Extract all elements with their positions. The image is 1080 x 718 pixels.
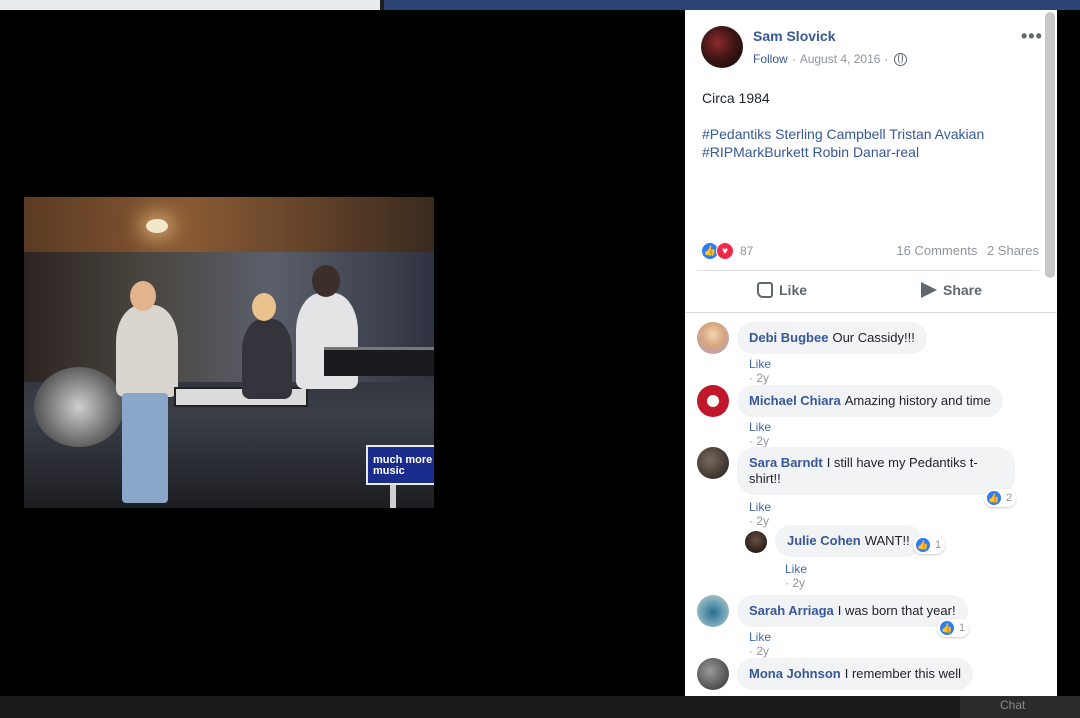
comment-reactions[interactable]: 👍 2 [984, 489, 1017, 507]
photo-drums [34, 367, 124, 447]
like-button[interactable]: Like [757, 282, 807, 298]
meta-separator: · [791, 52, 796, 66]
photo-guitarist-head [252, 293, 276, 321]
author-name[interactable]: Sam Slovick [753, 28, 836, 44]
comment-like-link[interactable]: Like [785, 562, 807, 576]
comment-reaction-count: 1 [959, 622, 966, 634]
tv-channel-logo-text: much more music [373, 454, 433, 477]
comment-age[interactable]: 2y [792, 576, 805, 590]
share-arrow-icon [921, 282, 937, 298]
comment-reaction-count: 2 [1006, 492, 1013, 504]
photo-singer-head [130, 281, 156, 311]
post-meta: Follow · August 4, 2016 · [753, 52, 908, 66]
globe-icon [894, 52, 908, 66]
engagement-counts: 16 Comments 2 Shares [896, 243, 1039, 258]
comment-actions: Like · 2y [749, 500, 772, 528]
comment-bubble: Sara Barndt I still have my Pedantiks t-s… [737, 447, 1015, 495]
photo-keyboardist-head [312, 265, 340, 297]
commenter-name[interactable]: Sarah Arriaga [749, 603, 834, 618]
comment-text: I was born that year! [837, 603, 956, 618]
photo-guitarist [242, 319, 292, 399]
chat-bar[interactable]: Chat [960, 696, 1080, 718]
photo-lamp [146, 219, 168, 233]
chat-label[interactable]: Chat [1000, 698, 1025, 712]
comment-like-link[interactable]: Like [749, 420, 771, 434]
comment-age[interactable]: 2y [756, 371, 769, 385]
shares-count[interactable]: 2 Shares [987, 243, 1039, 258]
comment-bubble: Mona Johnson I remember this well [737, 658, 974, 690]
like-reaction-icon: 👍 [939, 620, 955, 636]
comment-reaction-count: 1 [935, 539, 942, 551]
reaction-count: 87 [740, 244, 754, 258]
comment-reactions[interactable]: 👍 1 [937, 619, 970, 637]
share-button-label: Share [943, 282, 982, 298]
comment-bubble: Debi Bugbee Our Cassidy!!! [737, 322, 927, 354]
commenter-name[interactable]: Debi Bugbee [749, 330, 828, 345]
comment-like-link[interactable]: Like [749, 630, 771, 644]
more-options-icon[interactable]: ••• [1021, 26, 1043, 47]
comment-age[interactable]: 2y [756, 644, 769, 658]
post-tags: #Pedantiks Sterling Campbell Tristan Ava… [702, 125, 1032, 161]
tv-channel-logo: much more music [366, 445, 434, 508]
bottom-background-bar: Chat [0, 696, 1080, 718]
comment-actions: Like · 2y [785, 562, 808, 590]
post-date[interactable]: August 4, 2016 [800, 52, 881, 66]
comment-like-link[interactable]: Like [749, 500, 771, 514]
reaction-summary[interactable]: 👍 ♥ 87 [701, 242, 753, 260]
post-side-panel: Sam Slovick Follow · August 4, 2016 · ••… [685, 10, 1057, 696]
thumbs-up-icon [757, 282, 773, 298]
like-button-label: Like [779, 282, 808, 298]
follow-link[interactable]: Follow [753, 52, 788, 66]
comment-bubble: Michael Chiara Amazing history and time [737, 385, 1003, 417]
comment-text: WANT!! [864, 533, 910, 548]
photo-synth [324, 347, 434, 376]
search-bar-background [0, 0, 380, 10]
divider [685, 312, 1057, 313]
photo-ceiling [24, 197, 434, 252]
comment-bubble: Sarah Arriaga I was born that year! [737, 595, 968, 627]
comment-text: I remember this well [844, 666, 962, 681]
comment-text: Amazing history and time [844, 393, 991, 408]
comment-actions: Like · 2y [749, 420, 772, 448]
logo-stand [390, 485, 396, 508]
avatar[interactable] [697, 658, 729, 690]
avatar[interactable] [697, 595, 729, 627]
commenter-name[interactable]: Julie Cohen [787, 533, 861, 548]
comments-count[interactable]: 16 Comments [896, 243, 977, 258]
comment-actions: Like · 2y [749, 630, 772, 658]
photo-singer-legs [122, 393, 168, 503]
like-reaction-icon: 👍 [986, 490, 1002, 506]
comment-bubble: Julie Cohen WANT!! [775, 525, 922, 557]
avatar[interactable] [697, 385, 729, 417]
top-background-bar [0, 0, 1080, 10]
comment-age[interactable]: 2y [756, 514, 769, 528]
comment-age[interactable]: 2y [756, 434, 769, 448]
divider [697, 270, 1039, 271]
photo-singer [116, 305, 178, 397]
commenter-name[interactable]: Mona Johnson [749, 666, 841, 681]
comment-reactions[interactable]: 👍 1 [913, 536, 946, 554]
navbar-background [384, 0, 1080, 10]
post-photo[interactable]: much more music [24, 197, 434, 508]
commenter-name[interactable]: Sara Barndt [749, 455, 823, 470]
avatar[interactable] [697, 447, 729, 479]
commenter-name[interactable]: Michael Chiara [749, 393, 841, 408]
avatar[interactable] [745, 531, 767, 553]
like-reaction-icon: 👍 [915, 537, 931, 553]
avatar[interactable] [697, 322, 729, 354]
share-button[interactable]: Share [921, 282, 982, 298]
post-caption: Circa 1984 [702, 90, 770, 106]
tags-line-2[interactable]: #RIPMarkBurkett Robin Danar-real [702, 143, 1032, 161]
love-reaction-icon: ♥ [716, 242, 734, 260]
author-avatar[interactable] [701, 26, 743, 68]
panel-scrollbar[interactable] [1045, 12, 1055, 278]
comment-text: Our Cassidy!!! [832, 330, 915, 345]
meta-separator: · [884, 52, 889, 66]
comment-like-link[interactable]: Like [749, 357, 771, 371]
tags-line-1[interactable]: #Pedantiks Sterling Campbell Tristan Ava… [702, 125, 1032, 143]
comment-actions: Like · 2y [749, 357, 772, 385]
